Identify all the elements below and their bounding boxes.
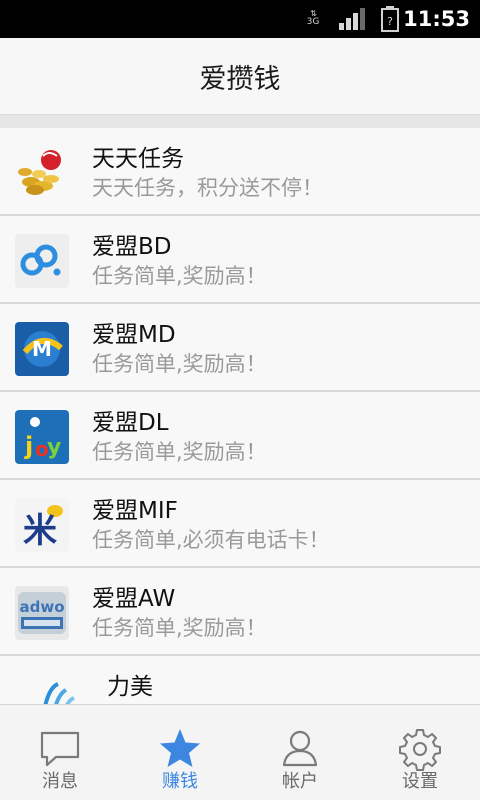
list-item[interactable]: M 爱盟MD 任务简单,奖励高！ — [0, 304, 480, 392]
limei-logo-icon — [38, 672, 92, 704]
tab-earn[interactable]: 赚钱 — [120, 705, 240, 800]
item-desc: 任务简单,奖励高！ — [92, 440, 267, 464]
list-item[interactable]: 天天任务 天天任务，积分送不停！ — [0, 128, 480, 216]
battery-icon: ? — [381, 6, 399, 32]
page-title: 爱攒钱 — [199, 64, 281, 95]
item-name: 爱盟MD — [92, 322, 176, 348]
list-item[interactable]: 爱盟BD 任务简单,奖励高！ — [0, 216, 480, 304]
clock: 11:53 — [403, 7, 470, 31]
bottom-nav: 消息 赚钱 帐户 设置 — [0, 704, 480, 800]
network-type: 3G — [306, 17, 320, 27]
item-desc: 天天任务，积分送不停！ — [92, 176, 323, 200]
tab-label: 设置 — [402, 771, 438, 792]
item-desc: 任务简单,奖励高！ — [92, 264, 267, 288]
task-list[interactable]: 天天任务 天天任务，积分送不停！ 爱盟BD 任务简单,奖励高！ M 爱盟MD 任… — [0, 128, 480, 704]
coins-icon — [15, 146, 69, 200]
message-icon — [40, 731, 80, 767]
mif-logo-icon: 米 — [15, 498, 69, 552]
md-logo-icon: M — [15, 322, 69, 376]
item-name: 爱盟MIF — [92, 498, 178, 524]
dl-logo-icon: j o y — [15, 410, 69, 464]
svg-text:adwo: adwo — [19, 598, 64, 616]
tab-account[interactable]: 帐户 — [240, 705, 360, 800]
item-name: 天天任务 — [92, 146, 184, 172]
item-desc: 任务简单,奖励高！ — [92, 352, 267, 376]
adwo-logo-icon: adwo — [15, 586, 69, 640]
tab-settings[interactable]: 设置 — [360, 705, 480, 800]
svg-text:米: 米 — [23, 511, 57, 551]
star-icon — [160, 729, 200, 767]
tab-label: 帐户 — [282, 771, 318, 792]
item-name: 爱盟BD — [92, 234, 172, 260]
item-desc: 任务简单,奖励高！ — [92, 616, 267, 640]
user-icon — [282, 730, 318, 767]
item-desc: 任务简单,必须有电话卡！ — [92, 528, 330, 552]
list-item[interactable]: j o y 爱盟DL 任务简单,奖励高！ — [0, 392, 480, 480]
tab-label: 消息 — [42, 771, 78, 792]
item-name: 爱盟DL — [92, 410, 169, 436]
list-item[interactable]: adwo 爱盟AW 任务简单,奖励高！ — [0, 568, 480, 656]
header-divider — [0, 114, 480, 128]
svg-text:M: M — [32, 337, 52, 361]
status-bar: ⇅ 3G ? 11:53 — [0, 0, 480, 38]
tab-label: 赚钱 — [162, 771, 198, 792]
item-name: 爱盟AW — [92, 586, 176, 612]
svg-text:?: ? — [387, 15, 393, 28]
signal-icon — [339, 8, 365, 30]
gear-icon — [399, 729, 441, 771]
svg-text:j: j — [24, 432, 33, 460]
svg-text:y: y — [47, 435, 61, 460]
title-bar: 爱攒钱 — [0, 38, 480, 114]
bd-logo-icon — [15, 234, 69, 288]
item-name: 力美 — [107, 674, 153, 700]
list-item[interactable]: 力美 — [0, 656, 480, 704]
network-indicator: ⇅ 3G — [305, 9, 321, 31]
tab-messages[interactable]: 消息 — [0, 705, 120, 800]
list-item[interactable]: 米 爱盟MIF 任务简单,必须有电话卡！ — [0, 480, 480, 568]
